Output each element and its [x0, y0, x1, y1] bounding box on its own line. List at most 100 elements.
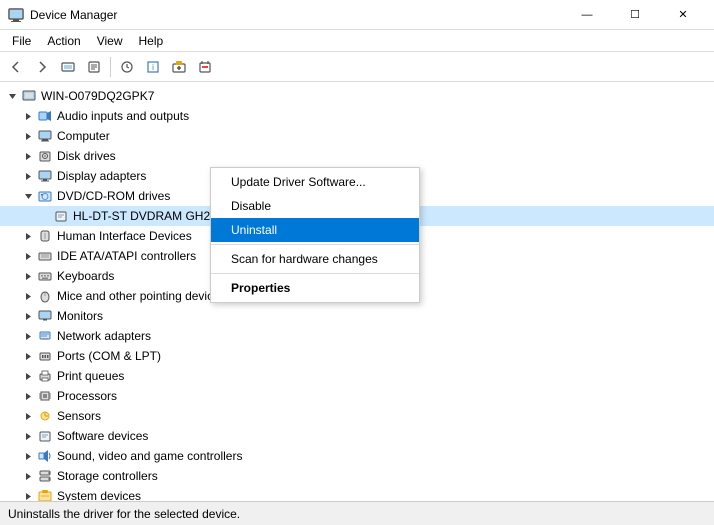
tree-icon-print	[36, 368, 54, 384]
context-menu: Update Driver Software...DisableUninstal…	[210, 167, 420, 303]
context-menu-item-update[interactable]: Update Driver Software...	[211, 170, 419, 194]
tree-toggle-print[interactable]	[20, 368, 36, 384]
tree-label-ide: IDE ATA/ATAPI controllers	[57, 249, 196, 263]
tree-icon-computer	[36, 128, 54, 144]
toolbar-back[interactable]	[4, 55, 28, 79]
tree-toggle-keyboard[interactable]	[20, 268, 36, 284]
tree-icon-sound	[36, 448, 54, 464]
title-bar-controls: — ☐ ✕	[564, 0, 706, 30]
tree-item-print[interactable]: Print queues	[0, 366, 714, 386]
menu-view[interactable]: View	[89, 32, 131, 50]
tree-icon-dvditem	[52, 208, 70, 224]
menu-file[interactable]: File	[4, 32, 39, 50]
menu-help[interactable]: Help	[131, 32, 172, 50]
context-menu-separator-sep2	[211, 273, 419, 274]
context-menu-separator-sep1	[211, 244, 419, 245]
tree-toggle-processors[interactable]	[20, 388, 36, 404]
title-bar: Device Manager — ☐ ✕	[0, 0, 714, 30]
tree-toggle-hid[interactable]	[20, 228, 36, 244]
context-menu-item-scan[interactable]: Scan for hardware changes	[211, 247, 419, 271]
tree-icon-monitors	[36, 308, 54, 324]
toolbar-update[interactable]: i	[141, 55, 165, 79]
tree-label-computer: Computer	[57, 129, 110, 143]
tree-item-system[interactable]: System devices	[0, 486, 714, 501]
status-text: Uninstalls the driver for the selected d…	[8, 507, 240, 521]
tree-toggle-dvditem	[36, 208, 52, 224]
tree-label-keyboard: Keyboards	[57, 269, 114, 283]
toolbar-sep-1	[110, 57, 111, 77]
tree-toggle-storage[interactable]	[20, 468, 36, 484]
tree-icon-software	[36, 428, 54, 444]
tree-label-mice: Mice and other pointing devices	[57, 289, 226, 303]
minimize-button[interactable]: —	[564, 0, 610, 30]
context-menu-item-disable[interactable]: Disable	[211, 194, 419, 218]
tree-toggle-ide[interactable]	[20, 248, 36, 264]
context-menu-item-properties[interactable]: Properties	[211, 276, 419, 300]
tree-icon-mice	[36, 288, 54, 304]
tree-label-system: System devices	[57, 489, 141, 501]
tree-label-root: WIN-O079DQ2GPK7	[41, 89, 154, 103]
main-content: WIN-O079DQ2GPK7 Audio inputs and outputs C…	[0, 82, 714, 501]
tree-item-root[interactable]: WIN-O079DQ2GPK7	[0, 86, 714, 106]
tree-toggle-system[interactable]	[20, 488, 36, 501]
tree-toggle-root[interactable]	[4, 88, 20, 104]
tree-item-storage[interactable]: Storage controllers	[0, 466, 714, 486]
tree-label-storage: Storage controllers	[57, 469, 158, 483]
tree-icon-ide	[36, 248, 54, 264]
tree-item-sensors[interactable]: Sensors	[0, 406, 714, 426]
app-icon	[8, 7, 24, 23]
tree-item-monitors[interactable]: Monitors	[0, 306, 714, 326]
svg-text:i: i	[152, 63, 154, 72]
tree-toggle-computer[interactable]	[20, 128, 36, 144]
tree-toggle-software[interactable]	[20, 428, 36, 444]
tree-toggle-mice[interactable]	[20, 288, 36, 304]
menu-bar: File Action View Help	[0, 30, 714, 52]
tree-icon-ports	[36, 348, 54, 364]
tree-toggle-sensors[interactable]	[20, 408, 36, 424]
tree-label-ports: Ports (COM & LPT)	[57, 349, 161, 363]
tree-item-network[interactable]: Network adapters	[0, 326, 714, 346]
maximize-button[interactable]: ☐	[612, 0, 658, 30]
tree-item-audio[interactable]: Audio inputs and outputs	[0, 106, 714, 126]
tree-item-computer[interactable]: Computer	[0, 126, 714, 146]
tree-item-sound[interactable]: Sound, video and game controllers	[0, 446, 714, 466]
tree-label-processors: Processors	[57, 389, 117, 403]
tree-toggle-ports[interactable]	[20, 348, 36, 364]
toolbar: i	[0, 52, 714, 82]
context-menu-item-uninstall[interactable]: Uninstall	[211, 218, 419, 242]
tree-label-dvd: DVD/CD-ROM drives	[57, 189, 170, 203]
toolbar-remove[interactable]	[193, 55, 217, 79]
tree-icon-system	[36, 488, 54, 501]
toolbar-scan[interactable]	[115, 55, 139, 79]
menu-action[interactable]: Action	[39, 32, 88, 50]
tree-icon-keyboard	[36, 268, 54, 284]
tree-label-software: Software devices	[57, 429, 148, 443]
tree-icon-storage	[36, 468, 54, 484]
tree-item-disk[interactable]: Disk drives	[0, 146, 714, 166]
toolbar-up[interactable]	[56, 55, 80, 79]
tree-label-audio: Audio inputs and outputs	[57, 109, 189, 123]
tree-label-display: Display adapters	[57, 169, 146, 183]
tree-icon-audio	[36, 108, 54, 124]
toolbar-properties[interactable]	[82, 55, 106, 79]
close-button[interactable]: ✕	[660, 0, 706, 30]
status-bar: Uninstalls the driver for the selected d…	[0, 501, 714, 525]
tree-label-disk: Disk drives	[57, 149, 116, 163]
tree-toggle-network[interactable]	[20, 328, 36, 344]
tree-icon-root	[20, 88, 38, 104]
tree-icon-network	[36, 328, 54, 344]
tree-toggle-display[interactable]	[20, 168, 36, 184]
tree-item-ports[interactable]: Ports (COM & LPT)	[0, 346, 714, 366]
toolbar-add[interactable]	[167, 55, 191, 79]
tree-item-processors[interactable]: Processors	[0, 386, 714, 406]
tree-toggle-dvd[interactable]	[20, 188, 36, 204]
tree-icon-processors	[36, 388, 54, 404]
tree-toggle-sound[interactable]	[20, 448, 36, 464]
tree-icon-display	[36, 168, 54, 184]
tree-item-software[interactable]: Software devices	[0, 426, 714, 446]
toolbar-forward[interactable]	[30, 55, 54, 79]
tree-toggle-monitors[interactable]	[20, 308, 36, 324]
tree-toggle-audio[interactable]	[20, 108, 36, 124]
tree-label-hid: Human Interface Devices	[57, 229, 192, 243]
tree-toggle-disk[interactable]	[20, 148, 36, 164]
